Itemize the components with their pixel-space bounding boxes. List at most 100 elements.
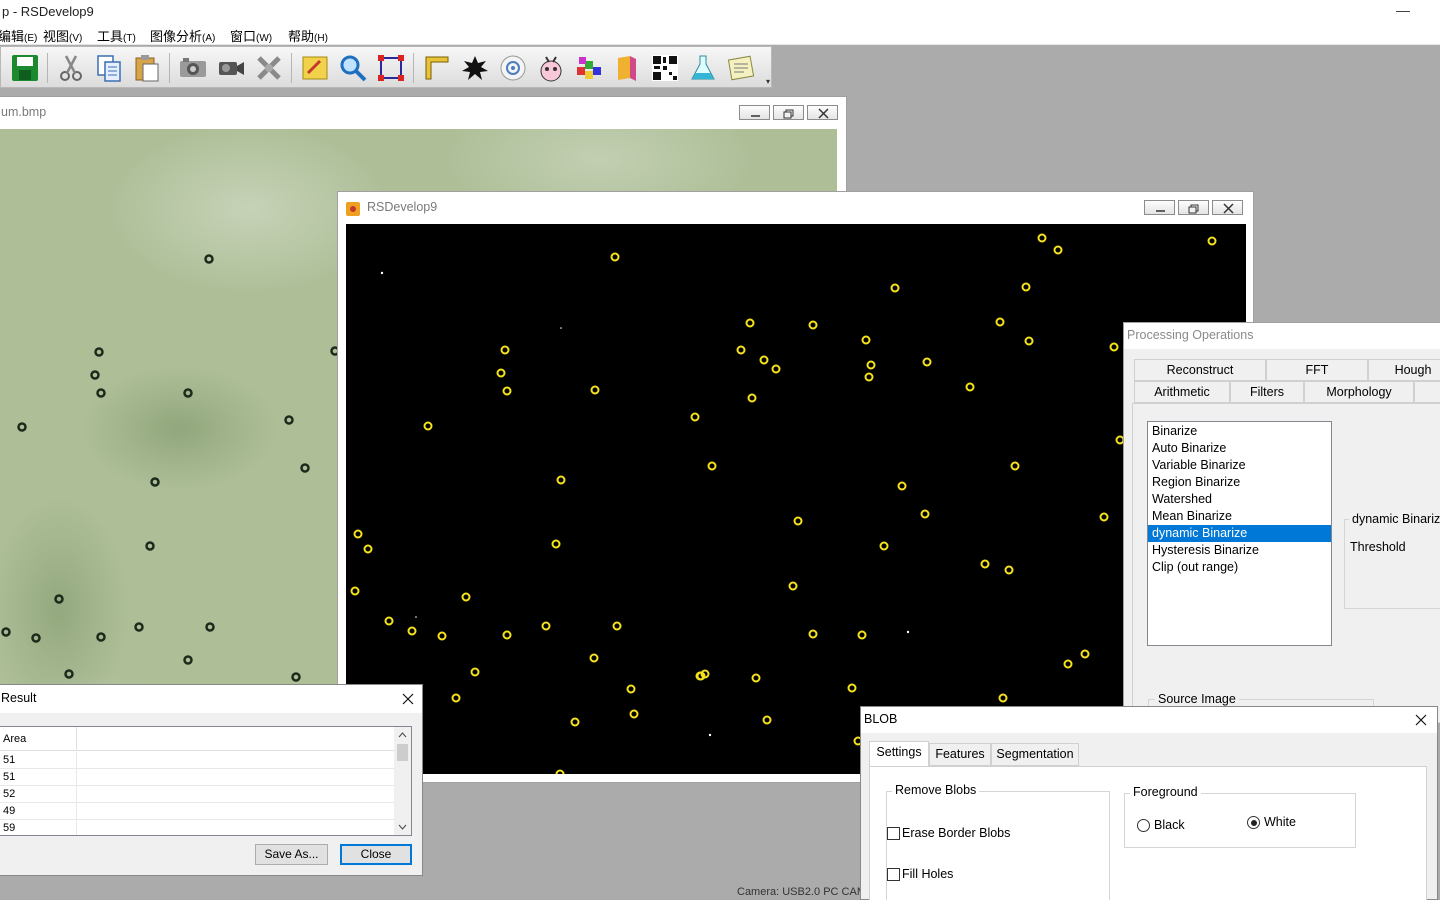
list-item[interactable]: Region Binarize (1148, 474, 1331, 491)
table-row[interactable]: 52 (0, 786, 394, 803)
roi-rect-icon[interactable] (375, 52, 407, 84)
minimize-icon (751, 115, 760, 117)
fill-holes-checkbox[interactable] (887, 868, 900, 881)
restore-icon (1188, 204, 1199, 214)
camera-icon[interactable] (177, 52, 209, 84)
disconnect-icon[interactable] (253, 52, 285, 84)
vertical-scrollbar[interactable] (394, 727, 411, 835)
list-item[interactable]: Hysteresis Binarize (1148, 542, 1331, 559)
save-as-button[interactable]: Save As... (255, 844, 328, 865)
image-window-title: um.bmp (1, 105, 47, 119)
menu-window[interactable]: 窗口(W) (230, 26, 272, 45)
blob-icon[interactable] (459, 52, 491, 84)
video-camera-icon[interactable] (215, 52, 247, 84)
table-row[interactable]: 49 (0, 803, 394, 820)
minimize-icon (1156, 210, 1165, 212)
annotate-icon[interactable] (299, 52, 331, 84)
minimize-button[interactable]: — (1396, 2, 1410, 18)
list-item[interactable]: Watershed (1148, 491, 1331, 508)
processing-title: Processing Operations (1127, 328, 1254, 342)
app-titlebar: p - RSDevelop9 — (0, 0, 1440, 23)
close-button[interactable]: Close (340, 844, 412, 865)
table-row[interactable]: 51 (0, 752, 394, 769)
cell-area: 51 (3, 771, 16, 783)
menu-edit[interactable]: 编辑(E) (0, 26, 37, 45)
list-item[interactable]: Auto Binarize (1148, 440, 1331, 457)
list-item[interactable]: Clip (out range) (1148, 559, 1331, 576)
ruler-icon[interactable] (421, 52, 453, 84)
restore-button[interactable] (1178, 200, 1209, 215)
table-row[interactable]: 59 (0, 820, 394, 835)
toolbar-separator (47, 53, 48, 83)
target-icon[interactable] (497, 52, 529, 84)
flask-icon[interactable] (687, 52, 719, 84)
book-icon[interactable] (611, 52, 643, 84)
app-title: p - RSDevelop9 (2, 4, 94, 19)
column-header-area[interactable]: Area (3, 733, 26, 745)
result-dialog: Result Area 51 51 52 49 59 Save As... Cl… (0, 684, 423, 876)
restore-icon (783, 109, 794, 119)
copy-icon[interactable] (93, 52, 125, 84)
close-icon (1223, 203, 1234, 214)
tab-reconstruct[interactable]: Reconstruct (1134, 359, 1266, 381)
white-radio-label: White (1264, 815, 1296, 829)
cell-area: 59 (3, 822, 16, 834)
notes-icon[interactable] (725, 52, 757, 84)
minimize-button[interactable] (739, 105, 770, 120)
zoom-icon[interactable] (337, 52, 369, 84)
bug-icon[interactable] (535, 52, 567, 84)
save-icon[interactable] (9, 52, 41, 84)
erase-border-label: Erase Border Blobs (902, 826, 1011, 840)
paste-icon[interactable] (131, 52, 163, 84)
tab-fft[interactable]: FFT (1266, 359, 1368, 381)
operations-list[interactable]: Binarize Auto Binarize Variable Binarize… (1147, 421, 1332, 646)
cell-area: 49 (3, 805, 16, 817)
list-item[interactable]: Binarize (1148, 423, 1331, 440)
restore-button[interactable] (773, 105, 804, 120)
tab-segmentation[interactable]: Segmentation (991, 743, 1079, 766)
cell-area: 52 (3, 788, 16, 800)
remove-blobs-group: Remove Blobs Erase Border Blobs Fill Hol… (886, 783, 1110, 900)
result-window-title: RSDevelop9 (367, 200, 438, 214)
cell-area: 51 (3, 754, 16, 766)
tab-filters[interactable]: Filters (1230, 381, 1304, 403)
parameter-group-label: dynamic Binariz (1349, 512, 1440, 526)
camera-status: Camera: USB2.0 PC CAM (737, 886, 866, 898)
tab-arithmetic[interactable]: Arithmetic (1134, 381, 1230, 403)
tab-settings[interactable]: Settings (869, 741, 929, 766)
list-item[interactable]: Mean Binarize (1148, 508, 1331, 525)
table-row[interactable]: 51 (0, 769, 394, 786)
result-dialog-titlebar: Result (0, 685, 422, 713)
tab-features[interactable]: Features (929, 743, 991, 766)
tab-hough[interactable]: Hough (1368, 359, 1440, 381)
binarized-image[interactable] (346, 224, 1246, 774)
list-item[interactable]: Variable Binarize (1148, 457, 1331, 474)
list-item-selected[interactable]: dynamic Binarize (1148, 525, 1331, 542)
menu-image-analysis[interactable]: 图像分析(A) (150, 26, 215, 45)
toolbar-separator (291, 53, 292, 83)
menu-tools[interactable]: 工具(T) (97, 26, 136, 45)
minimize-button[interactable] (1144, 200, 1175, 215)
menu-view[interactable]: 视图(V) (43, 26, 82, 45)
white-radio[interactable] (1247, 816, 1260, 829)
black-radio-label: Black (1154, 818, 1185, 832)
parameter-group: dynamic Binariz Threshold (1344, 512, 1440, 609)
close-button[interactable] (1410, 710, 1432, 730)
cut-icon[interactable] (55, 52, 87, 84)
tab-more[interactable] (1414, 381, 1440, 403)
column-divider (76, 769, 77, 786)
close-button[interactable] (1212, 200, 1243, 215)
result-table[interactable]: Area 51 51 52 49 59 (0, 726, 412, 836)
close-button[interactable] (397, 689, 419, 709)
close-button[interactable] (807, 105, 838, 120)
tab-morphology[interactable]: Morphology (1304, 381, 1414, 403)
erase-border-checkbox[interactable] (887, 827, 900, 840)
menu-help[interactable]: 帮助(H) (288, 26, 328, 45)
toolbar-separator (169, 53, 170, 83)
result-dialog-title: Result (1, 691, 37, 705)
black-radio[interactable] (1137, 819, 1150, 832)
qr-code-icon[interactable] (649, 52, 681, 84)
toolbar-overflow-button[interactable]: ▾ (766, 77, 770, 86)
result-image-window: RSDevelop9 (337, 191, 1254, 783)
cubes-icon[interactable] (573, 52, 605, 84)
